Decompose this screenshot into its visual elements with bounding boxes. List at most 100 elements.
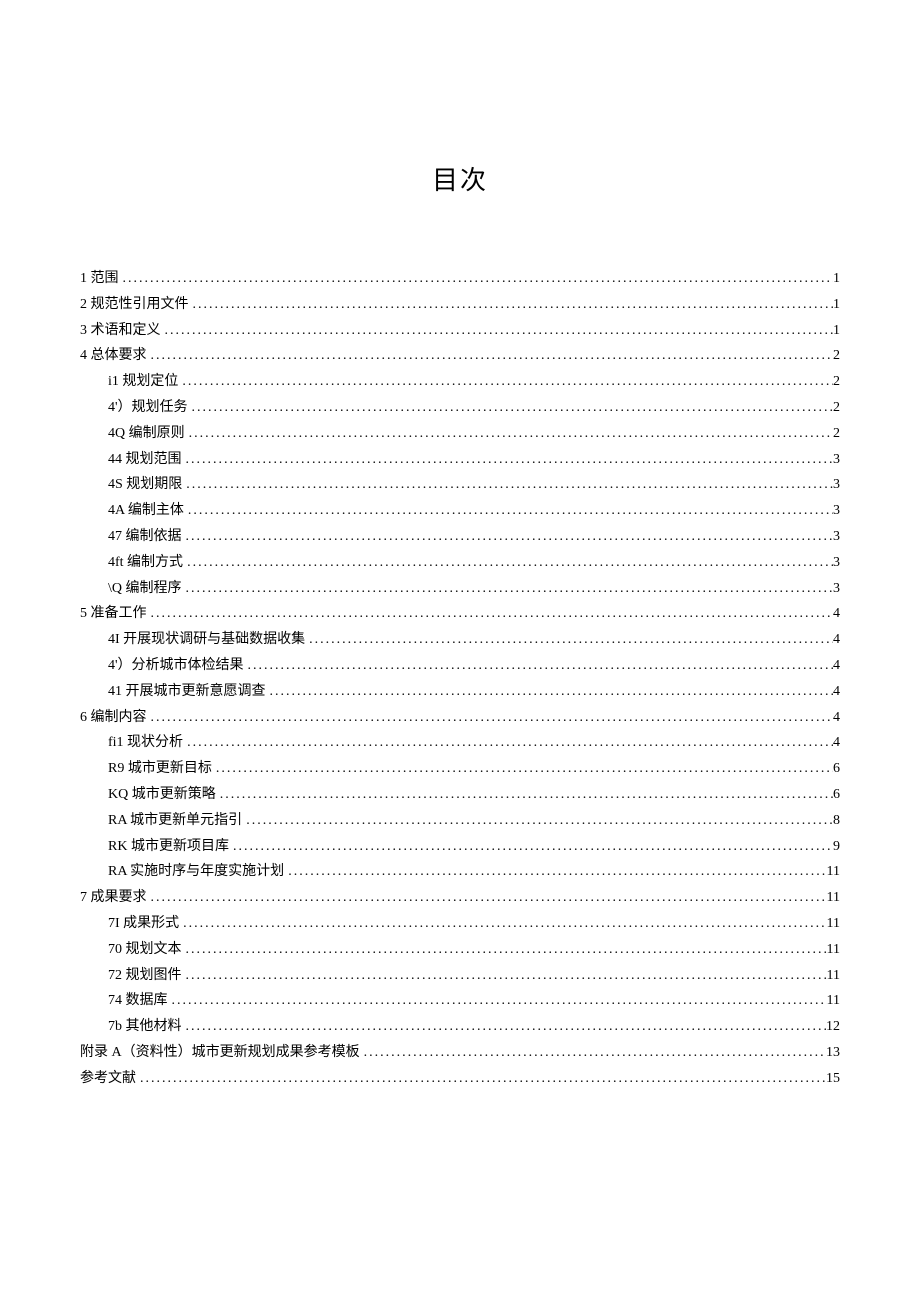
toc-entry-page: 2	[833, 422, 840, 446]
toc-entry-label: \Q 编制程序	[108, 577, 182, 601]
toc-leader-dots	[136, 1067, 826, 1091]
toc-title: 目次	[80, 160, 840, 197]
toc-entry-page: 3	[833, 473, 840, 497]
toc-leader-dots	[284, 860, 826, 884]
toc-entry-label: fi1 现状分析	[108, 731, 183, 755]
toc-leader-dots	[182, 525, 834, 549]
toc-entry-label: 74 数据库	[108, 989, 168, 1013]
toc-entry: 参考文献15	[80, 1067, 840, 1091]
toc-entry: 4Q 编制原则 2	[108, 422, 840, 446]
toc-entry-label: 6 编制内容	[80, 706, 147, 730]
toc-leader-dots	[182, 964, 827, 988]
toc-entry-label: 4ft 编制方式	[108, 551, 183, 575]
toc-entry: 7 成果要求 11	[80, 886, 840, 910]
toc-entry-page: 4	[833, 680, 840, 704]
toc-entry-label: 47 编制依据	[108, 525, 182, 549]
toc-entry-page: 11	[827, 938, 840, 962]
toc-entry-label: 7 成果要求	[80, 886, 147, 910]
toc-leader-dots	[147, 706, 834, 730]
toc-entry-page: 11	[827, 989, 840, 1013]
toc-leader-dots	[229, 835, 833, 859]
toc-entry-page: 3	[833, 525, 840, 549]
toc-entry: 4'）分析城市体检结果4	[108, 654, 840, 678]
toc-leader-dots	[188, 396, 833, 420]
toc-entry-page: 4	[833, 706, 840, 730]
toc-entry-page: 4	[833, 628, 840, 652]
toc-entry-page: 1	[833, 293, 840, 317]
toc-entry: 6 编制内容 4	[80, 706, 840, 730]
toc-entry-label: 7I 成果形式	[108, 912, 179, 936]
toc-entry: R9 城市更新目标6	[108, 757, 840, 781]
toc-entry-label: 4 总体要求	[80, 344, 147, 368]
toc-entry-label: 4Q 编制原则	[108, 422, 185, 446]
toc-entry-label: 附录 A（资料性）城市更新规划成果参考模板	[80, 1041, 360, 1065]
toc-entry: 5 准备工作 4	[80, 602, 840, 626]
toc-entry-page: 8	[833, 809, 840, 833]
toc-entry-page: 4	[833, 602, 840, 626]
toc-entry: 4A 编制主体 3	[108, 499, 840, 523]
toc-entry-label: i1 规划定位	[108, 370, 178, 394]
toc-leader-dots	[179, 912, 826, 936]
toc-entry: 4ft 编制方式3	[108, 551, 840, 575]
toc-entry-page: 13	[826, 1041, 840, 1065]
toc-entry-label: 41 开展城市更新意愿调查	[108, 680, 266, 704]
toc-leader-dots	[183, 551, 833, 575]
toc-entry: 4I 开展现状调研与基础数据收集 4	[108, 628, 840, 652]
toc-entry: fi1 现状分析4	[108, 731, 840, 755]
toc-leader-dots	[266, 680, 834, 704]
toc-leader-dots	[242, 809, 833, 833]
toc-entry-label: 5 准备工作	[80, 602, 147, 626]
toc-entry: 47 编制依据 3	[108, 525, 840, 549]
toc-leader-dots	[183, 731, 833, 755]
toc-entry-label: 70 规划文本	[108, 938, 182, 962]
toc-entry: 1 范围 1	[80, 267, 840, 291]
toc-leader-dots	[244, 654, 833, 678]
toc-entry-label: 44 规划范围	[108, 448, 182, 472]
toc-entry: 4'）规划任务2	[108, 396, 840, 420]
toc-entry: 7b 其他材料12	[108, 1015, 840, 1039]
toc-entry-page: 11	[827, 912, 840, 936]
toc-leader-dots	[185, 422, 833, 446]
toc-entry: 3 术语和定义1	[80, 319, 840, 343]
toc-leader-dots	[182, 473, 833, 497]
toc-leader-dots	[178, 370, 833, 394]
toc-entry-page: 9	[833, 835, 840, 859]
toc-leader-dots	[212, 757, 833, 781]
table-of-contents: 1 范围12 规范性引用文件13 术语和定义14 总体要求2i1 规划定位24'…	[80, 267, 840, 1091]
toc-leader-dots	[189, 293, 834, 317]
toc-leader-dots	[147, 602, 834, 626]
toc-entry: KQ 城市更新策略6	[108, 783, 840, 807]
toc-entry: \Q 编制程序 3	[108, 577, 840, 601]
toc-entry-label: RA 城市更新单元指引	[108, 809, 242, 833]
toc-entry: 2 规范性引用文件 1	[80, 293, 840, 317]
toc-leader-dots	[184, 499, 833, 523]
toc-entry-page: 1	[833, 267, 840, 291]
toc-entry-page: 3	[833, 577, 840, 601]
toc-entry-page: 4	[833, 654, 840, 678]
toc-entry-label: 参考文献	[80, 1067, 136, 1091]
toc-entry-label: 1 范围	[80, 267, 119, 291]
toc-entry-label: RK 城市更新项目库	[108, 835, 229, 859]
toc-entry-page: 11	[827, 886, 840, 910]
toc-entry: i1 规划定位2	[108, 370, 840, 394]
toc-entry-page: 3	[833, 499, 840, 523]
toc-leader-dots	[182, 1015, 827, 1039]
toc-entry-page: 2	[833, 344, 840, 368]
toc-entry-page: 11	[827, 964, 840, 988]
toc-leader-dots	[168, 989, 827, 1013]
toc-entry: 72 规划图件11	[108, 964, 840, 988]
toc-entry-page: 6	[833, 783, 840, 807]
toc-leader-dots	[182, 938, 827, 962]
toc-entry-page: 3	[833, 448, 840, 472]
toc-entry-label: 2 规范性引用文件	[80, 293, 189, 317]
toc-entry-label: 3 术语和定义	[80, 319, 161, 343]
toc-entry-label: 4I 开展现状调研与基础数据收集	[108, 628, 305, 652]
toc-leader-dots	[182, 577, 834, 601]
toc-entry: 7I 成果形式 11	[108, 912, 840, 936]
toc-leader-dots	[161, 319, 834, 343]
toc-entry-label: 4S 规划期限	[108, 473, 182, 497]
toc-entry: RA 实施时序与年度实施计划11	[108, 860, 840, 884]
toc-entry: 4S 规划期限 3	[108, 473, 840, 497]
toc-entry-label: 4A 编制主体	[108, 499, 184, 523]
toc-entry: 44 规划范围 3	[108, 448, 840, 472]
